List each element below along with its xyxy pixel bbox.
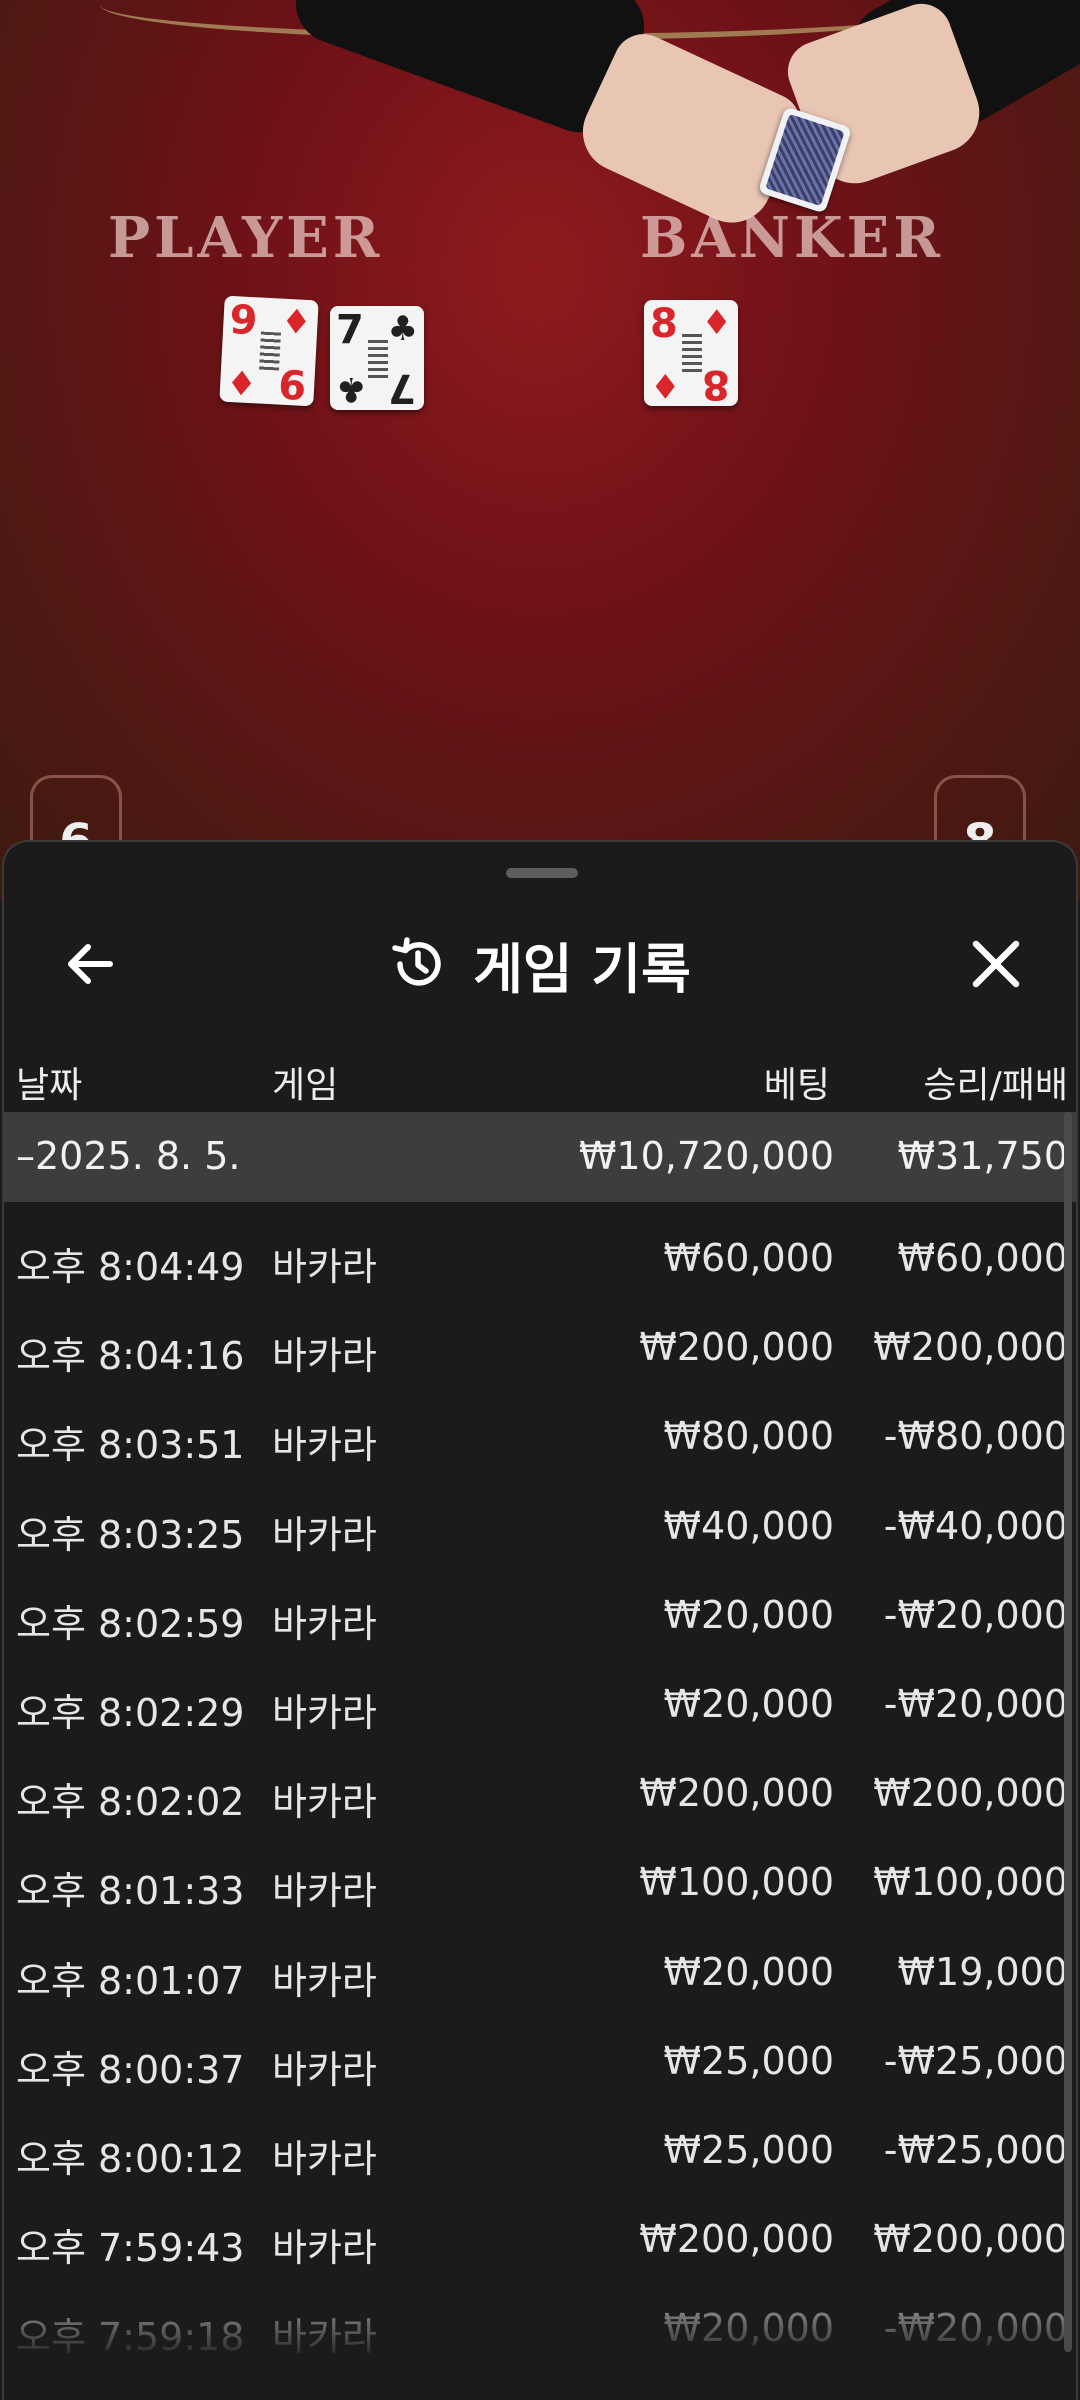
row-time: 오후 7:59:18 [16, 2315, 245, 2360]
row-time: 오후 7:59:43 [16, 2226, 245, 2271]
row-result: ₩200,000 [873, 2217, 1068, 2262]
column-date: 날짜 [16, 1065, 83, 1106]
row-game: 바카라 [272, 1512, 377, 1557]
game-history-sheet: 게임 기록 날짜 게임 베팅 승리/패배 –2025. 8. 5. ₩10,72… [2, 840, 1078, 2400]
row-bet: ₩40,000 [663, 1503, 834, 1548]
row-bet: ₩60,000 [663, 1236, 834, 1280]
row-result: ₩60,000 [897, 1236, 1068, 1280]
row-result: -₩20,000 [883, 1592, 1068, 1637]
row-game: 바카라 [272, 2136, 377, 2181]
column-result: 승리/패배 [923, 1065, 1068, 1106]
row-bet: ₩100,000 [639, 1860, 834, 1905]
row-time: 오후 8:04:49 [16, 1245, 245, 1289]
row-game: 바카라 [272, 1423, 377, 1468]
row-game: 바카라 [272, 1334, 377, 1379]
sheet-drag-handle[interactable] [506, 868, 578, 878]
row-result: -₩20,000 [883, 1681, 1068, 1726]
column-game: 게임 [272, 1065, 339, 1106]
row-bet: ₩200,000 [639, 2217, 834, 2262]
row-game: 바카라 [272, 2047, 377, 2092]
close-button[interactable] [958, 926, 1034, 1002]
history-row[interactable]: 오후 8:03:51 바카라 ₩80,000 -₩80,000 [4, 1380, 1076, 1469]
row-time: 오후 8:00:37 [16, 2047, 245, 2092]
row-result: -₩20,000 [883, 2306, 1068, 2351]
row-time: 오후 8:04:16 [16, 1334, 245, 1379]
row-bet: ₩20,000 [663, 2306, 834, 2351]
player-card-2: 7 ♣ ♣ 7 [330, 306, 424, 411]
column-bet: 베팅 [763, 1065, 830, 1106]
row-bet: ₩20,000 [663, 1681, 834, 1726]
history-row[interactable]: 오후 8:02:02 바카라 ₩200,000 ₩200,000 [4, 1737, 1076, 1826]
row-time: 오후 8:03:51 [16, 1423, 245, 1468]
date-group-row[interactable]: –2025. 8. 5. ₩10,720,000 ₩31,750 [4, 1112, 1076, 1202]
history-row[interactable]: 오후 8:02:29 바카라 ₩20,000 -₩20,000 [4, 1648, 1076, 1737]
history-row[interactable]: 오후 8:02:59 바카라 ₩20,000 -₩20,000 [4, 1559, 1076, 1648]
row-game: 바카라 [272, 2315, 377, 2360]
row-game: 바카라 [272, 1869, 377, 1914]
date-group-result-total: ₩31,750 [897, 1134, 1068, 1178]
history-row[interactable]: 오후 7:59:43 바카라 ₩200,000 ₩200,000 [4, 2183, 1076, 2272]
banker-area-label: BANKER [640, 205, 944, 271]
row-result: -₩25,000 [883, 2038, 1068, 2083]
row-bet: ₩25,000 [663, 2038, 834, 2083]
date-group-label: –2025. 8. 5. [16, 1134, 241, 1178]
row-bet: ₩20,000 [663, 1949, 834, 1994]
history-row[interactable]: 오후 8:00:37 바카라 ₩25,000 -₩25,000 [4, 2005, 1076, 2094]
row-result: -₩25,000 [883, 2127, 1068, 2172]
sheet-title-group: 게임 기록 [4, 926, 1076, 1002]
list-scrollbar[interactable] [1064, 1112, 1072, 2352]
sheet-title: 게임 기록 [473, 937, 691, 1001]
sheet-header: 게임 기록 [4, 898, 1076, 1028]
close-icon [972, 940, 1020, 988]
row-game: 바카라 [272, 1690, 377, 1735]
row-time: 오후 8:00:12 [16, 2136, 245, 2181]
history-row[interactable]: 오후 8:01:07 바카라 ₩20,000 ₩19,000 [4, 1916, 1076, 2005]
date-group-bet-total: ₩10,720,000 [578, 1134, 834, 1178]
row-result: ₩200,000 [873, 1771, 1068, 1816]
row-game: 바카라 [272, 1245, 377, 1289]
row-game: 바카라 [272, 2226, 377, 2271]
row-time: 오후 8:03:25 [16, 1512, 245, 1557]
history-icon [392, 937, 441, 986]
row-bet: ₩20,000 [663, 1592, 834, 1637]
row-result: ₩100,000 [873, 1860, 1068, 1905]
history-row[interactable]: 오후 8:00:12 바카라 ₩25,000 -₩25,000 [4, 2094, 1076, 2183]
row-bet: ₩80,000 [663, 1414, 834, 1459]
history-row[interactable]: 오후 8:01:33 바카라 ₩100,000 ₩100,000 [4, 1826, 1076, 1915]
row-game: 바카라 [272, 1780, 377, 1825]
row-time: 오후 8:02:59 [16, 1601, 245, 1646]
row-time: 오후 8:01:07 [16, 1958, 245, 2003]
row-bet: ₩200,000 [639, 1325, 834, 1370]
banker-card-1: 8 ♦ ♦ 8 [644, 300, 738, 407]
history-row[interactable]: 오후 8:04:16 바카라 ₩200,000 ₩200,000 [4, 1291, 1076, 1380]
player-card-1: 9 ♦ ♦ 9 [219, 295, 319, 407]
history-row[interactable]: 오후 8:03:25 바카라 ₩40,000 -₩40,000 [4, 1470, 1076, 1559]
row-time: 오후 8:02:02 [16, 1780, 245, 1825]
row-game: 바카라 [272, 1601, 377, 1646]
row-game: 바카라 [272, 1958, 377, 2003]
history-row[interactable]: 오후 8:04:49 바카라 ₩60,000 ₩60,000 [4, 1202, 1076, 1291]
history-row[interactable]: 오후 7:59:18 바카라 ₩20,000 -₩20,000 [4, 2272, 1076, 2361]
row-result: -₩80,000 [883, 1414, 1068, 1459]
row-bet: ₩25,000 [663, 2127, 834, 2172]
row-time: 오후 8:02:29 [16, 1690, 245, 1735]
row-result: -₩40,000 [883, 1503, 1068, 1548]
player-area-label: PLAYER [108, 205, 384, 271]
row-result: ₩19,000 [897, 1949, 1068, 1994]
row-bet: ₩200,000 [639, 1771, 834, 1816]
live-table-video: PLAYER BANKER 9 ♦ ♦ 9 7 ♣ ♣ 7 8 ♦ ♦ 8 6 … [0, 0, 1080, 900]
row-time: 오후 8:01:33 [16, 1869, 245, 1914]
row-result: ₩200,000 [873, 1325, 1068, 1370]
history-list[interactable]: 오후 8:04:49 바카라 ₩60,000 ₩60,000 오후 8:04:1… [4, 1202, 1076, 2400]
table-header: 날짜 게임 베팅 승리/패배 [4, 1042, 1076, 1112]
